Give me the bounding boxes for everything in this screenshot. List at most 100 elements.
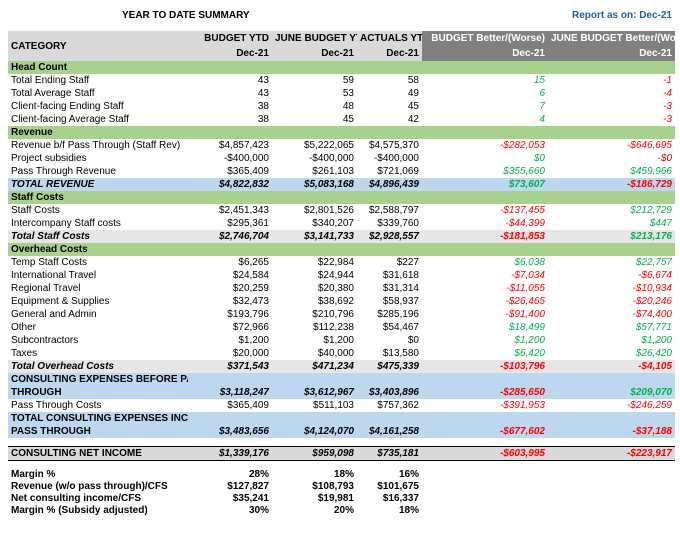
june-budget-ytd-cell: $3,141,733 xyxy=(272,230,357,243)
revenue-row: Revenue b/f Pass Through (Staff Rev) $4,8… xyxy=(8,139,675,152)
header-category: CATEGORY xyxy=(8,31,188,61)
june-budget-variance-cell: $459,966 xyxy=(630,165,672,177)
row-label: Intercompany Staff costs xyxy=(11,217,121,229)
june-budget-ytd-cell: $959,098 xyxy=(272,446,357,461)
actuals-ytd-cell: $757,362 xyxy=(377,399,419,411)
budget-ytd-cell: $72,966 xyxy=(232,321,269,333)
june-budget-variance-cell: -$223,917 xyxy=(548,446,675,461)
budget-variance-cell: $0 xyxy=(533,152,545,164)
empty-cell xyxy=(357,373,422,386)
actuals-ytd-cell: $4,896,439 xyxy=(357,178,422,191)
june-budget-ytd-cell: 48 xyxy=(342,100,354,112)
budget-variance-cell: 15 xyxy=(533,74,545,86)
budget-variance-cell: $6,038 xyxy=(514,256,545,268)
empty-cell xyxy=(548,493,675,505)
empty-cell xyxy=(422,412,548,425)
row-label: TOTAL REVENUE xyxy=(8,178,188,191)
june-budget-variance-cell: -$0 xyxy=(657,152,672,164)
actuals-ytd-cell: $475,339 xyxy=(357,360,422,373)
actuals-ytd-cell: $58,937 xyxy=(382,295,419,307)
actuals-ytd-cell: $721,069 xyxy=(377,165,419,177)
actuals-ytd-cell: $16,337 xyxy=(382,493,419,504)
june-budget-variance-cell: -1 xyxy=(663,74,672,86)
budget-ytd-cell: 43 xyxy=(257,74,269,86)
row-label: Net consulting income/CFS xyxy=(11,493,142,504)
june-budget-variance-cell: $213,176 xyxy=(548,230,675,243)
row-label: Staff Costs xyxy=(11,204,60,216)
budget-ytd-cell: -$400,000 xyxy=(223,152,269,164)
actuals-ytd-cell: -$400,000 xyxy=(373,152,419,164)
budget-ytd-cell: 38 xyxy=(257,113,269,125)
budget-variance-cell: $1,200 xyxy=(514,334,545,346)
june-budget-variance-cell: -$186,729 xyxy=(548,178,675,191)
june-budget-ytd-cell: $5,222,065 xyxy=(303,139,354,151)
budget-variance-cell: -$91,400 xyxy=(505,308,545,320)
actuals-ytd-cell: $227 xyxy=(396,256,419,268)
june-budget-ytd-cell: $24,944 xyxy=(317,269,354,281)
section-header: Head Count xyxy=(8,61,675,74)
budget-ytd-cell: $1,339,176 xyxy=(188,446,272,461)
consulting-before-pass-through-row: THROUGH $3,118,247 $3,612,967 $3,403,896 -$2… xyxy=(8,386,675,399)
actuals-ytd-cell: $2,588,797 xyxy=(368,204,419,216)
actuals-ytd-cell: 58 xyxy=(407,74,419,86)
budget-ytd-cell: $35,241 xyxy=(232,493,269,504)
row-label: Pass Through Costs xyxy=(11,399,102,411)
header-june-budget-better-worse: JUNE BUDGET Better/(Worse) xyxy=(548,31,675,46)
empty-cell xyxy=(422,469,548,481)
budget-ytd-cell: $3,118,247 xyxy=(188,386,272,399)
empty-cell xyxy=(188,412,272,425)
pass-through-costs-row: Pass Through Costs $365,409 $511,103 $757,3… xyxy=(8,399,675,412)
june-budget-variance-cell: -$6,674 xyxy=(638,269,672,281)
budget-ytd-cell: 38 xyxy=(257,100,269,112)
june-budget-variance-cell: -$646,695 xyxy=(626,139,672,151)
budget-variance-cell: -$603,995 xyxy=(422,446,548,461)
actuals-ytd-cell: 42 xyxy=(407,113,419,125)
june-budget-variance-cell: $22,757 xyxy=(635,256,672,268)
total-consulting-expenses-row: PASS THROUGH $3,483,656 $4,124,070 $4,161,2… xyxy=(8,425,675,438)
budget-variance-cell: -$44,399 xyxy=(505,217,545,229)
overhead-cost-row: International Travel $24,584 $24,944 $31,61… xyxy=(8,269,675,282)
summary-table: CATEGORY BUDGET YTD JUNE BUDGET YTD ACTU… xyxy=(8,31,675,517)
budget-ytd-cell: $4,857,423 xyxy=(218,139,269,151)
june-budget-ytd-cell: $1,200 xyxy=(323,334,354,346)
header-june-budget-ytd: JUNE BUDGET YTD xyxy=(272,31,357,46)
spacer-row xyxy=(8,438,675,447)
budget-ytd-cell: $365,409 xyxy=(227,165,269,177)
actuals-ytd-cell: $101,675 xyxy=(377,481,419,492)
row-label: Client-facing Ending Staff xyxy=(11,100,124,112)
actuals-ytd-cell: $285,196 xyxy=(377,308,419,320)
budget-variance-cell: -$7,034 xyxy=(511,269,545,281)
budget-ytd-cell: 30% xyxy=(248,505,269,516)
actuals-ytd-cell: $13,580 xyxy=(382,347,419,359)
budget-ytd-cell: $295,361 xyxy=(227,217,269,229)
budget-ytd-cell: $3,483,656 xyxy=(188,425,272,438)
empty-cell xyxy=(422,481,548,493)
june-budget-variance-cell: $209,070 xyxy=(548,386,675,399)
section-header: Revenue xyxy=(8,126,675,139)
june-budget-ytd-cell: $3,612,967 xyxy=(272,386,357,399)
budget-ytd-cell: $371,543 xyxy=(188,360,272,373)
june-budget-variance-cell: -$246,259 xyxy=(626,399,672,411)
row-label-line1: TOTAL CONSULTING EXPENSES INCL xyxy=(8,412,188,425)
header-period: Dec-21 xyxy=(188,46,272,61)
june-budget-ytd-cell: $210,796 xyxy=(312,308,354,320)
budget-variance-cell: -$11,055 xyxy=(506,282,545,294)
budget-variance-cell: -$181,853 xyxy=(422,230,548,243)
consulting-before-pass-through-row: CONSULTING EXPENSES BEFORE PASS xyxy=(8,373,675,386)
budget-variance-cell: 4 xyxy=(539,113,545,125)
empty-cell xyxy=(548,412,675,425)
budget-variance-cell: $6,420 xyxy=(514,347,545,359)
total-revenue-row: TOTAL REVENUE $4,822,832 $5,083,168 $4,896,… xyxy=(8,178,675,191)
metric-row: Margin % (Subsidy adjusted) 30% 20% 18% xyxy=(8,505,675,517)
row-label: Total Ending Staff xyxy=(11,74,90,86)
june-budget-variance-cell: -$74,400 xyxy=(632,308,672,320)
budget-ytd-cell: $365,409 xyxy=(227,399,269,411)
section-label: Revenue xyxy=(8,126,675,139)
row-label-line1: CONSULTING EXPENSES BEFORE PASS xyxy=(8,373,188,386)
june-budget-ytd-cell: 18% xyxy=(333,469,354,480)
june-budget-variance-cell: -3 xyxy=(663,100,672,112)
title-row: YEAR TO DATE SUMMARY Report as on: Dec-2… xyxy=(0,10,680,24)
actuals-ytd-cell: $54,467 xyxy=(382,321,419,333)
staff-cost-row: Staff Costs $2,451,343 $2,801,526 $2,588,79… xyxy=(8,204,675,217)
metric-row: Revenue (w/o pass through)/CFS $127,827 $1… xyxy=(8,481,675,493)
